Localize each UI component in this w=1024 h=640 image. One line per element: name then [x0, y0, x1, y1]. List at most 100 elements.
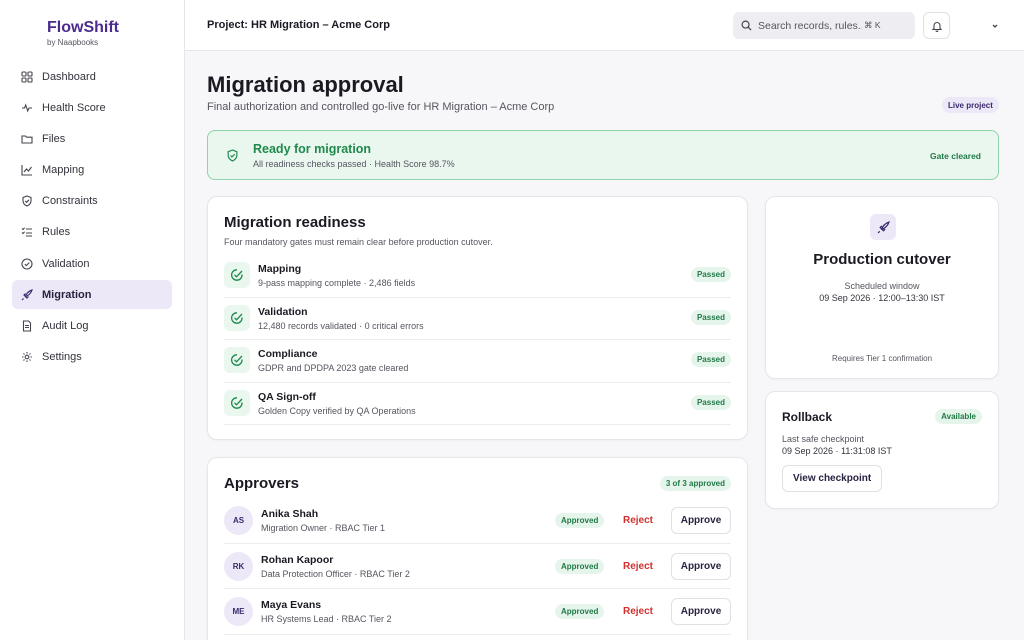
cutover-window-label: Scheduled window	[844, 281, 920, 291]
rocket-icon	[21, 288, 33, 301]
reject-button[interactable]: Reject	[610, 554, 666, 579]
brand-logo[interactable]: FlowShift by Naapbooks	[47, 19, 119, 47]
sidebar-item-label: Dashboard	[42, 70, 96, 83]
gate-qa-signoff: QA Sign-off Golden Copy verified by QA O…	[224, 383, 731, 425]
readiness-subtitle: Four mandatory gates must remain clear b…	[224, 237, 493, 247]
project-title: Project: HR Migration – Acme Corp	[207, 19, 390, 31]
checklist-icon	[21, 226, 33, 238]
folder-icon	[21, 133, 33, 145]
approvers-card: Approvers 3 of 3 approved AS Anika Shah …	[207, 457, 748, 640]
sidebar-item-audit-log[interactable]: Audit Log	[12, 312, 172, 341]
approver-name: Anika Shah	[261, 508, 319, 520]
avatar: RK	[224, 551, 253, 581]
search-box[interactable]: ⌘ K	[733, 12, 915, 39]
live-project-badge: Live project	[942, 97, 999, 113]
avatar: ME	[224, 597, 253, 626]
check-circle-icon	[224, 304, 250, 331]
sidebar-item-health-score[interactable]: Health Score	[12, 93, 172, 122]
approvers-title: Approvers	[224, 475, 300, 492]
cutover-title: Production cutover	[813, 251, 951, 268]
pulse-icon	[21, 102, 33, 114]
rollback-card: Rollback Available Last safe checkpoint …	[765, 391, 999, 509]
approver-name: Maya Evans	[261, 599, 322, 611]
approver-role: Migration Owner · RBAC Tier 1	[261, 523, 386, 533]
gate-mapping: Mapping 9-pass mapping complete · 2,486 …	[224, 255, 731, 298]
sidebar-item-mapping[interactable]: Mapping	[12, 156, 172, 185]
sidebar-item-label: Settings	[42, 351, 82, 364]
gate-description: 12,480 records validated · 0 critical er…	[258, 320, 424, 331]
sidebar-item-validation[interactable]: Validation	[12, 249, 172, 278]
sidebar-nav: Dashboard Health Score Files Mapping Con…	[12, 62, 172, 374]
sidebar-item-label: Health Score	[42, 101, 106, 114]
gate-description: 9-pass mapping complete · 2,486 fields	[258, 278, 416, 288]
sidebar-item-rules[interactable]: Rules	[12, 218, 172, 247]
notifications-button[interactable]	[923, 12, 950, 39]
sidebar-item-label: Validation	[42, 257, 90, 270]
cutover-card: Production cutover Scheduled window 09 S…	[765, 196, 999, 379]
cutover-requirement: Requires Tier 1 confirmation	[831, 354, 933, 363]
view-checkpoint-button[interactable]: View checkpoint	[782, 465, 883, 492]
page-subtitle: Final authorization and controlled go-li…	[207, 101, 555, 113]
gate-description: GDPR and DPDPA 2023 gate cleared	[258, 363, 409, 373]
sidebar: FlowShift by Naapbooks Dashboard Health …	[0, 0, 185, 640]
status-badge: Approved	[555, 604, 605, 619]
gate-list: Mapping 9-pass mapping complete · 2,486 …	[224, 255, 731, 425]
top-bar: Project: HR Migration – Acme Corp ⌘ K	[185, 0, 1024, 51]
readiness-card: Migration readiness Four mandatory gates…	[207, 196, 748, 440]
status-badge: Approved	[555, 558, 605, 574]
ready-banner: Ready for migration All readiness checks…	[207, 130, 999, 180]
sidebar-item-files[interactable]: Files	[12, 124, 172, 153]
readiness-title: Migration readiness	[224, 214, 366, 231]
status-badge: Passed	[690, 352, 731, 367]
approver-role: HR Systems Lead · RBAC Tier 2	[261, 614, 392, 624]
document-icon	[21, 320, 33, 332]
sidebar-item-label: Rules	[42, 226, 71, 239]
checkpoint-time: 09 Sep 2026 · 11:31:08 IST	[782, 446, 892, 456]
sidebar-item-migration[interactable]: Migration	[12, 280, 172, 310]
gate-compliance: Compliance GDPR and DPDPA 2023 gate clea…	[224, 340, 731, 383]
approve-button[interactable]: Approve	[671, 507, 731, 534]
status-badge: Approved	[555, 513, 605, 528]
sidebar-item-label: Audit Log	[42, 320, 89, 332]
approve-button[interactable]: Approve	[671, 552, 731, 580]
sidebar-item-settings[interactable]: Settings	[12, 343, 172, 372]
sidebar-item-label: Files	[42, 132, 66, 145]
check-circle-icon	[21, 258, 33, 270]
rollback-title: Rollback	[782, 410, 833, 424]
chevron-down-icon[interactable]	[990, 21, 1000, 31]
ready-subtitle: All readiness checks passed · Health Sco…	[253, 159, 455, 169]
search-input[interactable]	[758, 19, 862, 32]
grid-icon	[21, 70, 33, 83]
status-badge: Available	[935, 409, 982, 424]
gate-name: Validation	[258, 305, 308, 318]
brand-tagline: by Naapbooks	[47, 38, 99, 47]
reject-button[interactable]: Reject	[610, 599, 666, 624]
approver-list: AS Anika Shah Migration Owner · RBAC Tie…	[224, 498, 731, 635]
gate-name: Mapping	[258, 263, 302, 275]
approver-row: RK Rohan Kapoor Data Protection Officer …	[224, 544, 731, 589]
rocket-icon	[870, 214, 896, 240]
check-circle-icon	[224, 262, 250, 288]
status-badge: Passed	[690, 309, 731, 325]
bell-icon	[931, 21, 942, 32]
search-shortcut: ⌘ K	[864, 20, 881, 30]
approver-role: Data Protection Officer · RBAC Tier 2	[261, 568, 410, 579]
gear-icon	[21, 351, 33, 363]
sidebar-item-constraints[interactable]: Constraints	[12, 187, 172, 216]
checkpoint-label: Last safe checkpoint	[782, 434, 865, 444]
ready-title: Ready for migration	[253, 142, 372, 156]
sidebar-item-dashboard[interactable]: Dashboard	[12, 62, 172, 91]
check-circle-icon	[224, 347, 250, 373]
shield-icon	[21, 195, 33, 207]
chart-icon	[21, 164, 33, 176]
reject-button[interactable]: Reject	[610, 508, 666, 533]
brand-name: FlowShift	[47, 19, 119, 36]
status-badge: Passed	[690, 267, 731, 282]
gate-validation: Validation 12,480 records validated · 0 …	[224, 298, 731, 340]
status-badge: Passed	[690, 394, 731, 410]
approver-row: ME Maya Evans HR Systems Lead · RBAC Tie…	[224, 589, 731, 635]
approve-button[interactable]: Approve	[671, 598, 731, 625]
gate-description: Golden Copy verified by QA Operations	[258, 405, 416, 416]
gate-status: Gate cleared	[929, 151, 981, 161]
check-circle-icon	[224, 389, 250, 416]
